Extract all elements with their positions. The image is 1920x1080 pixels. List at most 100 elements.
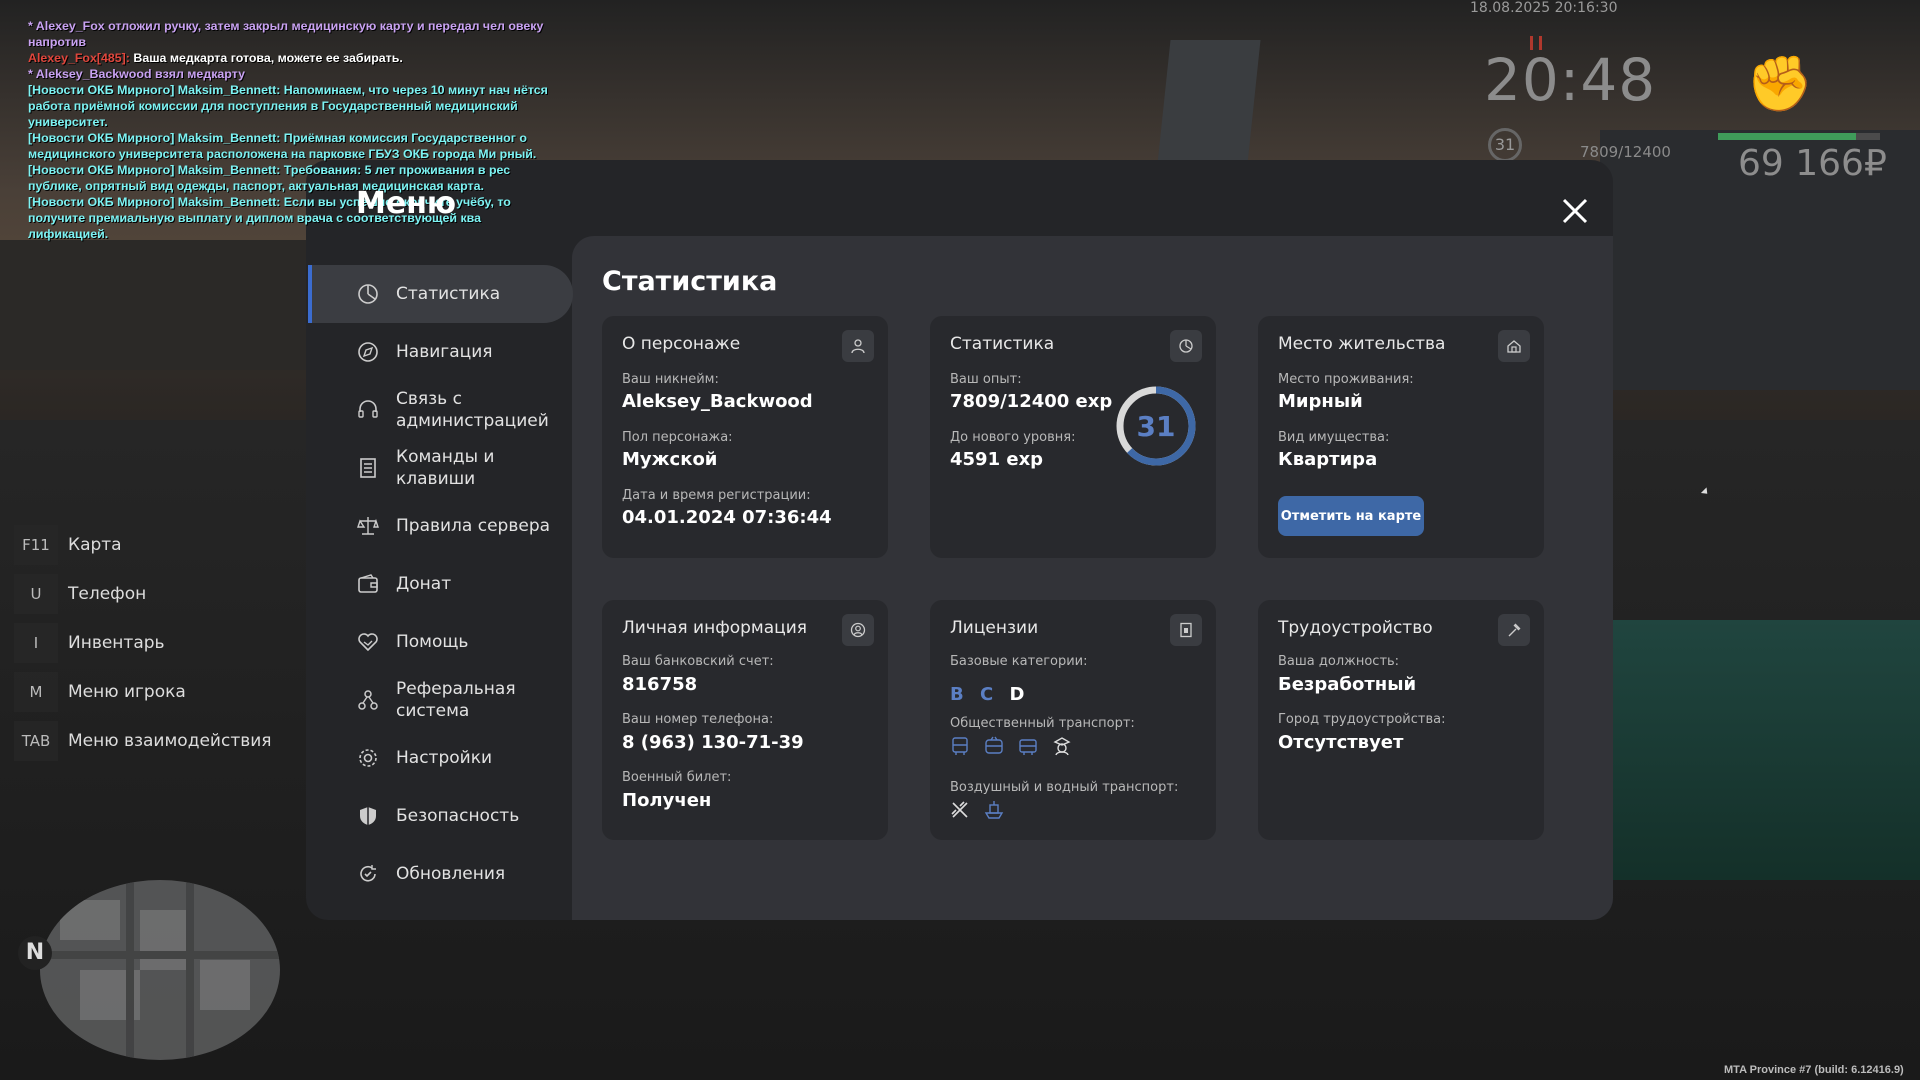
work-city-label: Город трудоустройства:: [1278, 712, 1446, 727]
bank-account-value: 816758: [622, 674, 698, 695]
taxi-driver-icon: [1053, 737, 1071, 756]
sidebar-item-label: Донат: [396, 574, 452, 594]
close-button[interactable]: [1560, 196, 1590, 226]
sidebar-item-help[interactable]: Помощь: [308, 613, 573, 671]
license-category-c: C: [980, 684, 994, 705]
compass-north: N: [18, 936, 52, 970]
base-categories-label: Базовые категории:: [950, 654, 1088, 669]
card-title: Трудоустройство: [1278, 618, 1433, 638]
license-category-b: B: [950, 684, 964, 705]
phone-label: Ваш номер телефона:: [622, 712, 774, 727]
chat-log: * Alexey_Fox отложил ручку, затем закрыл…: [28, 18, 548, 242]
user-circle-icon: [842, 614, 874, 646]
phone-value: 8 (963) 130-71-39: [622, 732, 804, 753]
public-transport-label: Общественный транспорт:: [950, 716, 1135, 731]
level-ring: 31: [1116, 386, 1196, 466]
character-card: О персонаже Ваш никнейм: Aleksey_Backwoo…: [602, 316, 888, 558]
next-level-label: До нового уровня:: [950, 430, 1076, 445]
sidebar-item-referral[interactable]: Реферальная система: [308, 671, 573, 729]
health-bar-fill: [1718, 133, 1856, 140]
pie-chart-icon: [1170, 330, 1202, 362]
key-hint: I Инвентарь: [14, 618, 272, 667]
hud-datetime: 18.08.2025 20:16:30: [1470, 0, 1618, 16]
card-title: О персонаже: [622, 334, 741, 354]
tram-icon: [1019, 739, 1037, 755]
menu-sidebar: Статистика Навигация Связь с администрац…: [308, 265, 573, 903]
chat-text: Ваша медкарта готова, можете ее забирать…: [129, 51, 403, 65]
chat-line: [Новости ОКБ Мирного] Maksim_Bennett: Ес…: [28, 195, 511, 241]
key-badge: TAB: [14, 720, 58, 761]
military-id-label: Военный билет:: [622, 770, 732, 785]
hud-money: 69 166₽: [1738, 143, 1887, 184]
key-label: Меню взаимодействия: [68, 730, 272, 751]
residence-place-label: Место проживания:: [1278, 372, 1414, 387]
sidebar-item-label: Навигация: [396, 342, 493, 362]
key-label: Инвентарь: [68, 632, 165, 653]
background-building: [0, 240, 320, 370]
sidebar-item-statistics[interactable]: Статистика: [308, 265, 573, 323]
sidebar-item-label: Настройки: [396, 748, 493, 768]
nickname-label: Ваш никнейм:: [622, 372, 719, 387]
build-version: MTA Province #7 (build: 6.12416.9): [1724, 1064, 1904, 1076]
property-type-value: Квартира: [1278, 449, 1378, 470]
key-badge: I: [14, 622, 58, 663]
chat-line: Alexey_Fox[485]: Ваша медкарта готова, м…: [28, 50, 548, 66]
key-badge: F11: [14, 524, 58, 565]
property-type-label: Вид имущества:: [1278, 430, 1390, 445]
key-hints: F11 Карта U Телефон I Инвентарь M Меню игрок…: [14, 520, 272, 765]
compass-icon: [356, 340, 380, 364]
card-title: Лицензии: [950, 618, 1039, 638]
employment-card: Трудоустройство Ваша должность: Безработ…: [1258, 600, 1544, 840]
military-id-value: Получен: [622, 790, 712, 811]
sidebar-item-rules[interactable]: Правила сервера: [308, 497, 573, 555]
position-value: Безработный: [1278, 674, 1417, 695]
home-icon: [1498, 330, 1530, 362]
sidebar-item-commands[interactable]: Команды и клавиши: [308, 439, 573, 497]
chat-line: [Новости ОКБ Мирного] Maksim_Bennett: Тр…: [28, 163, 511, 193]
sidebar-item-donate[interactable]: Донат: [308, 555, 573, 613]
work-city-value: Отсутствует: [1278, 732, 1404, 753]
nickname-value: Aleksey_Backwood: [622, 391, 813, 412]
refresh-icon: [356, 862, 380, 886]
license-categories: B C D: [950, 684, 1034, 705]
position-label: Ваша должность:: [1278, 654, 1400, 669]
personal-info-card: Личная информация Ваш банковский счет: 8…: [602, 600, 888, 840]
level-number: 31: [1137, 410, 1176, 443]
hud-clock: 20:48: [1484, 46, 1657, 114]
key-label: Карта: [68, 534, 122, 555]
hammer-icon: [1498, 614, 1530, 646]
sidebar-item-settings[interactable]: Настройки: [308, 729, 573, 787]
key-hint: TAB Меню взаимодействия: [14, 716, 272, 765]
sidebar-item-updates[interactable]: Обновления: [308, 845, 573, 903]
trolleybus-icon: [985, 736, 1003, 754]
sidebar-item-label: Обновления: [396, 864, 506, 884]
wallet-icon: [356, 572, 380, 596]
bank-account-label: Ваш банковский счет:: [622, 654, 774, 669]
residence-card: Место жительства Место проживания: Мирны…: [1258, 316, 1544, 558]
key-badge: M: [14, 671, 58, 712]
sidebar-item-label: Правила сервера: [396, 516, 551, 536]
minimap: [40, 880, 280, 1060]
public-transport-icons: [950, 736, 1072, 756]
license-icon: [1170, 614, 1202, 646]
sidebar-item-security[interactable]: Безопасность: [308, 787, 573, 845]
gender-label: Пол персонажа:: [622, 430, 733, 445]
sidebar-item-label: Команды и клавиши: [396, 447, 495, 489]
gear-icon: [356, 746, 380, 770]
user-icon: [842, 330, 874, 362]
health-bar: [1718, 133, 1880, 140]
sidebar-item-admin-contact[interactable]: Связь с администрацией: [308, 381, 573, 439]
sidebar-item-label: Связь с администрацией: [396, 389, 549, 431]
hud-level: 31: [1488, 128, 1522, 162]
chat-line: [Новости ОКБ Мирного] Maksim_Bennett: На…: [28, 83, 548, 129]
licenses-card: Лицензии Базовые категории: B C D Общест…: [930, 600, 1216, 840]
referral-icon: [356, 688, 380, 712]
sidebar-item-navigation[interactable]: Навигация: [308, 323, 573, 381]
menu-title: Меню: [356, 186, 457, 221]
next-level-value: 4591 exp: [950, 449, 1044, 470]
mark-on-map-button[interactable]: Отметить на карте: [1278, 496, 1424, 536]
card-title: Статистика: [950, 334, 1055, 354]
chat-line: * Aleksey_Backwood взял медкарту: [28, 67, 245, 81]
card-title: Место жительства: [1278, 334, 1446, 354]
key-hint: F11 Карта: [14, 520, 272, 569]
